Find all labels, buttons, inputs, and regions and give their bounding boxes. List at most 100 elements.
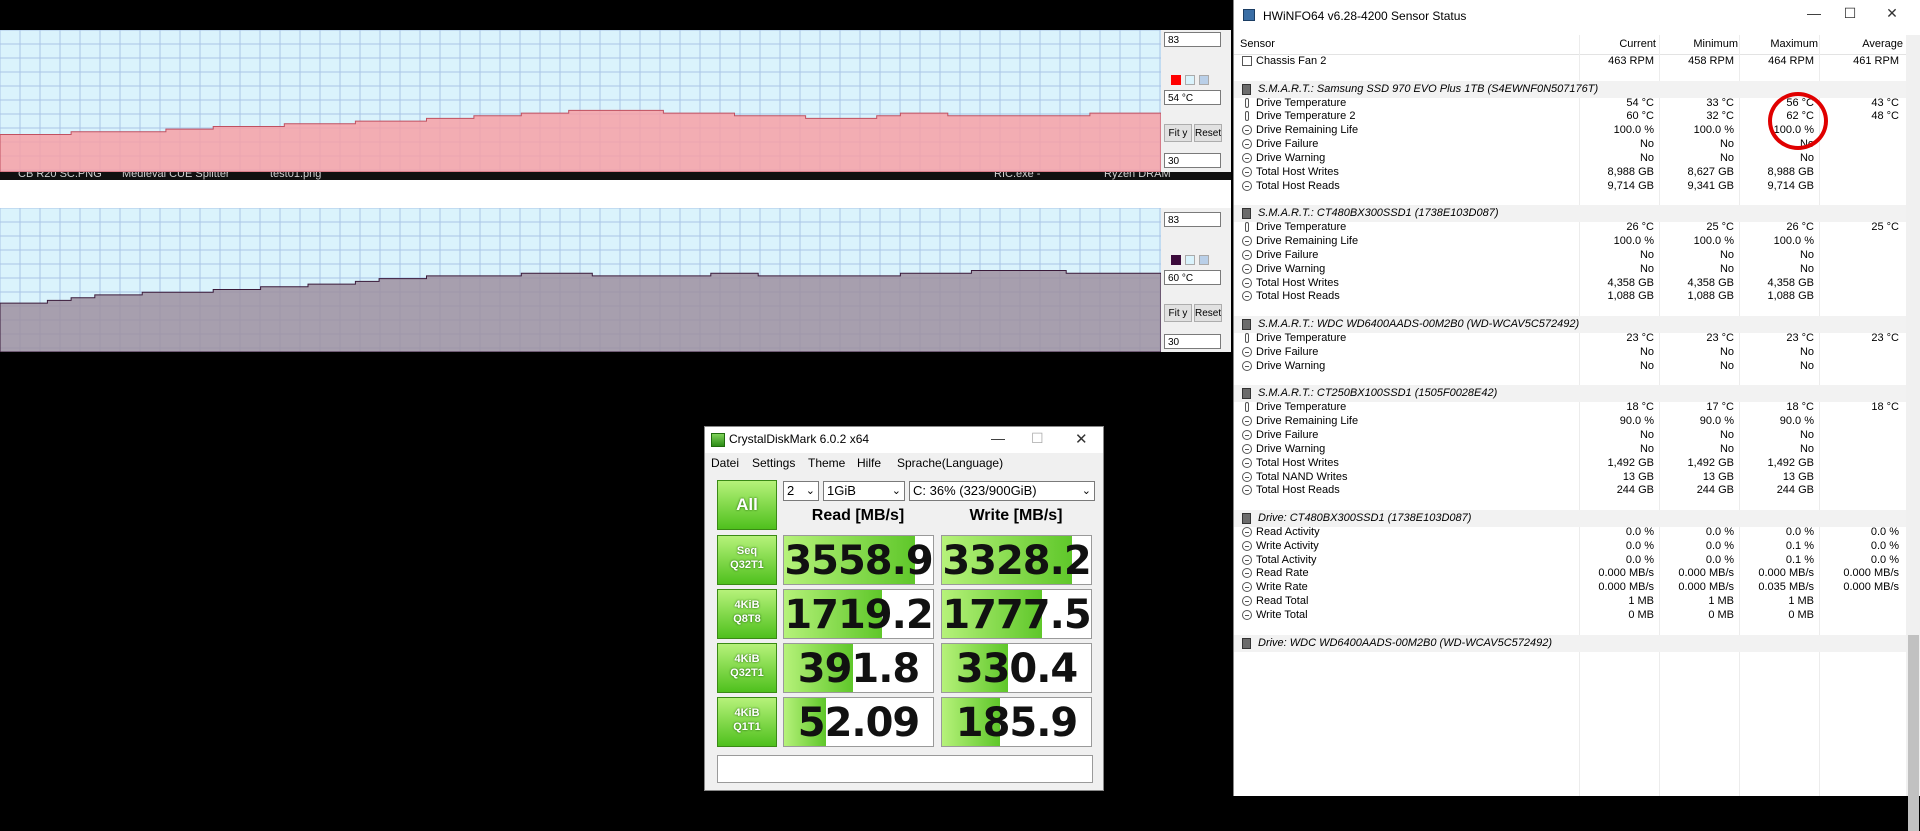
- graph-min-field[interactable]: 30: [1164, 334, 1221, 349]
- sensor-circle-icon: [1242, 125, 1252, 136]
- menu-language[interactable]: Sprache(Language): [897, 456, 1003, 470]
- test-label-line1: 4KiB: [734, 707, 760, 719]
- fit-y-button[interactable]: Fit y: [1164, 304, 1192, 322]
- grid-color-swatch[interactable]: [1199, 75, 1209, 85]
- graph-svg-2: [0, 208, 1161, 352]
- background-color-swatch[interactable]: [1185, 75, 1195, 85]
- sensor-circle-icon: [1242, 152, 1252, 163]
- cdm-window-title: CrystalDiskMark 6.0.2 x64: [729, 432, 870, 446]
- graph-side-panel-1: 83 54 °C Fit y Reset 30: [1161, 30, 1231, 172]
- test-label-line2: Q1T1: [733, 721, 761, 733]
- grid-color-swatch[interactable]: [1199, 255, 1209, 265]
- read-result-box: 391.8: [783, 643, 934, 693]
- sensor-circle-icon: [1242, 471, 1252, 482]
- column-header-sensor[interactable]: Sensor: [1240, 38, 1275, 50]
- graph-svg-1: [0, 30, 1161, 172]
- reset-button[interactable]: Reset: [1194, 124, 1222, 142]
- sensor-circle-icon: [1242, 249, 1252, 260]
- hwinfo-app-icon: [1243, 9, 1255, 21]
- taskbar-item[interactable]: Medieval CUE Splitter: [122, 172, 230, 180]
- graph-max-field[interactable]: 83: [1164, 32, 1221, 47]
- test-button-4kib-q1t1[interactable]: 4KiB Q1T1: [717, 697, 777, 747]
- sensor-circle-icon: [1242, 346, 1252, 357]
- reset-button[interactable]: Reset: [1194, 304, 1222, 322]
- write-column-header: Write [MB/s]: [969, 507, 1063, 524]
- series-color-swatch[interactable]: [1171, 75, 1181, 85]
- drive-icon: [1242, 388, 1251, 400]
- sensor-group-header[interactable]: Drive: WDC WD6400AADS-00M2B0 (WD-WCAV5C5…: [1234, 634, 1906, 652]
- column-header-average[interactable]: Average: [1819, 38, 1903, 50]
- minimize-icon[interactable]: —: [1804, 5, 1824, 21]
- sensor-circle-icon: [1242, 277, 1252, 288]
- test-label-line1: 4KiB: [734, 653, 760, 665]
- test-button-seq-q32t1[interactable]: Seq Q32T1: [717, 535, 777, 585]
- graph-current-field: 54 °C: [1164, 90, 1221, 105]
- thermometer-icon: [1245, 111, 1249, 122]
- sensor-circle-icon: [1242, 263, 1252, 274]
- sensor-name: Drive: WDC WD6400AADS-00M2B0 (WD-WCAV5C5…: [1258, 636, 1553, 649]
- graph-plot-area-2: [0, 208, 1161, 352]
- graph-min-field[interactable]: 30: [1164, 153, 1221, 168]
- scrollbar-thumb[interactable]: [1908, 635, 1919, 831]
- menu-datei[interactable]: Datei: [711, 456, 739, 470]
- cdm-title-bar[interactable]: CrystalDiskMark 6.0.2 x64 — ☐ ✕: [705, 427, 1103, 453]
- graph-max-field[interactable]: 83: [1164, 212, 1221, 227]
- taskbar-item[interactable]: test01.png: [270, 172, 321, 180]
- taskbar-item[interactable]: CB R20 SC.PNG: [18, 172, 102, 180]
- thermometer-icon: [1245, 97, 1249, 108]
- menu-theme[interactable]: Theme: [808, 456, 845, 470]
- chevron-down-icon: ⌄: [891, 485, 901, 497]
- write-result-box: 330.4: [941, 643, 1092, 693]
- test-button-4kib-q32t1[interactable]: 4KiB Q32T1: [717, 643, 777, 693]
- taskbar-item[interactable]: RIC.exe -: [994, 172, 1040, 180]
- menu-hilfe[interactable]: Hilfe: [857, 456, 881, 470]
- write-result-box: 1777.5: [941, 589, 1092, 639]
- thermometer-icon: [1245, 402, 1249, 413]
- sensor-circle-icon: [1242, 596, 1252, 607]
- sensor-list: Chassis Fan 2 463 RPM 458 RPM 464 RPM 461 RP…: [1234, 54, 1906, 796]
- write-result-value: 185.9: [955, 700, 1079, 746]
- write-result-box: 185.9: [941, 697, 1092, 747]
- taskbar-item[interactable]: Ryzen DRAM: [1104, 172, 1171, 180]
- fit-y-button[interactable]: Fit y: [1164, 124, 1192, 142]
- maximize-icon[interactable]: ☐: [1840, 5, 1860, 22]
- cdm-menu-bar: Datei Settings Theme Hilfe Sprache(Langu…: [705, 453, 1103, 473]
- menu-settings[interactable]: Settings: [752, 456, 795, 470]
- sensor-circle-icon: [1242, 443, 1252, 454]
- column-header-current[interactable]: Current: [1572, 38, 1656, 50]
- graph-series-area: [0, 270, 1161, 352]
- test-label-line2: Q32T1: [730, 667, 764, 679]
- column-header-maximum[interactable]: Maximum: [1734, 38, 1818, 50]
- column-header-minimum[interactable]: Minimum: [1654, 38, 1738, 50]
- sensor-circle-icon: [1242, 582, 1252, 593]
- test-button-4kib-q8t8[interactable]: 4KiB Q8T8: [717, 589, 777, 639]
- sensor-circle-icon: [1242, 416, 1252, 427]
- read-result-box: 3558.9: [783, 535, 934, 585]
- minimize-icon[interactable]: —: [991, 430, 1005, 446]
- drive-value: C: 36% (323/900GiB): [913, 483, 1037, 498]
- run-all-button[interactable]: All: [717, 480, 777, 530]
- read-result-value: 1719.2: [784, 592, 933, 638]
- hwinfo-title-bar[interactable]: HWiNFO64 v6.28-4200 Sensor Status — ☐ ✕: [1234, 0, 1920, 31]
- drive-select[interactable]: C: 36% (323/900GiB) ⌄: [909, 481, 1095, 501]
- sensor-circle-icon: [1242, 166, 1252, 177]
- sensor-circle-icon: [1242, 429, 1252, 440]
- chevron-down-icon: ⌄: [805, 485, 815, 497]
- sensor-circle-icon: [1242, 540, 1252, 551]
- test-label-line1: 4KiB: [734, 599, 760, 611]
- vertical-scrollbar[interactable]: [1906, 35, 1920, 831]
- maximize-icon[interactable]: ☐: [1031, 430, 1044, 447]
- close-icon[interactable]: ✕: [1075, 430, 1088, 448]
- temperature-graph-2: 83 60 °C Fit y Reset 30: [0, 208, 1231, 352]
- sensor-circle-icon: [1242, 610, 1252, 620]
- test-count-select[interactable]: 2 ⌄: [783, 481, 819, 501]
- graph-current-field: 60 °C: [1164, 270, 1221, 285]
- drive-icon: [1242, 513, 1251, 525]
- write-result-value: 1777.5: [942, 592, 1091, 638]
- highlight-circle-annotation: [1768, 92, 1828, 150]
- background-color-swatch[interactable]: [1185, 255, 1195, 265]
- close-icon[interactable]: ✕: [1882, 5, 1902, 22]
- series-color-swatch[interactable]: [1171, 255, 1181, 265]
- comment-input[interactable]: [717, 755, 1093, 783]
- test-size-select[interactable]: 1GiB ⌄: [823, 481, 905, 501]
